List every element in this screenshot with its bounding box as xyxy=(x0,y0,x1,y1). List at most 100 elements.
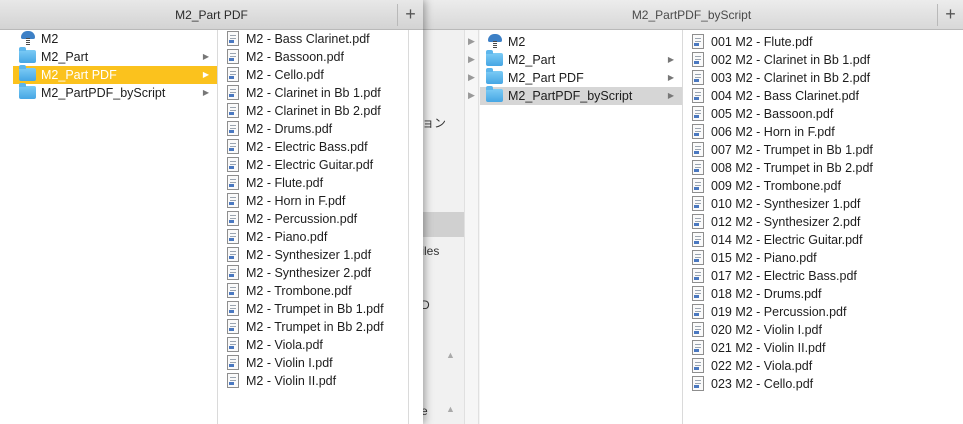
file-row[interactable]: 005 M2 - Bassoon.pdf xyxy=(683,105,963,123)
file-label: M2 - Trumpet in Bb 1.pdf xyxy=(246,302,384,316)
file-row[interactable]: M2 - Violin II.pdf xyxy=(218,372,408,390)
pdf-file-icon xyxy=(224,49,242,64)
pdf-file-icon xyxy=(689,376,707,391)
folder-row[interactable]: M2_PartPDF_byScript ▶ xyxy=(480,86,682,105)
file-row[interactable]: M2 - Horn in F.pdf xyxy=(218,192,408,210)
file-row[interactable]: 023 M2 - Cello.pdf xyxy=(683,375,963,393)
column-empty[interactable] xyxy=(409,30,423,424)
file-row[interactable]: 002 M2 - Clarinet in Bb 1.pdf xyxy=(683,51,963,69)
file-row[interactable]: 008 M2 - Trumpet in Bb 2.pdf xyxy=(683,159,963,177)
file-row[interactable]: 022 M2 - Viola.pdf xyxy=(683,357,963,375)
file-row[interactable]: 004 M2 - Bass Clarinet.pdf xyxy=(683,87,963,105)
folder-row[interactable]: M2_PartPDF_byScript ▶ xyxy=(13,83,217,102)
file-label: 018 M2 - Drums.pdf xyxy=(711,287,822,301)
file-row[interactable]: M2 - Viola.pdf xyxy=(218,336,408,354)
file-row[interactable]: 020 M2 - Violin I.pdf xyxy=(683,321,963,339)
file-row[interactable]: M2 - Trumpet in Bb 2.pdf xyxy=(218,318,408,336)
file-row[interactable]: 012 M2 - Synthesizer 2.pdf xyxy=(683,213,963,231)
file-label: M2 - Flute.pdf xyxy=(246,176,324,190)
file-row[interactable]: 009 M2 - Trombone.pdf xyxy=(683,177,963,195)
pdf-file-icon xyxy=(689,88,707,103)
folder-row[interactable]: M2 xyxy=(13,30,217,48)
window-titlebar[interactable]: M2_PartPDF_byScript + xyxy=(420,0,963,30)
folder-icon xyxy=(486,86,504,103)
file-row[interactable]: 007 M2 - Trumpet in Bb 1.pdf xyxy=(683,141,963,159)
file-row[interactable]: M2 - Flute.pdf xyxy=(218,174,408,192)
arrow-icon: ▶ xyxy=(468,90,475,100)
pdf-file-icon xyxy=(224,193,242,208)
window-titlebar[interactable]: M2_Part PDF + xyxy=(0,0,423,30)
new-tab-button[interactable]: + xyxy=(937,4,963,26)
file-label: M2 - Synthesizer 1.pdf xyxy=(246,248,372,262)
scroll-track[interactable]: ▶ ▶ ▶ ▶ xyxy=(464,30,479,424)
eject-icon[interactable]: ▲ xyxy=(446,350,455,360)
pdf-file-icon xyxy=(689,160,707,175)
file-row[interactable]: M2 - Cello.pdf xyxy=(218,66,408,84)
column-folders[interactable]: M2 M2_Part ▶ M2_Part PDF ▶ M2_PartPDF_byScrip… xyxy=(480,30,683,424)
file-row[interactable]: 006 M2 - Horn in F.pdf xyxy=(683,123,963,141)
file-row[interactable]: 003 M2 - Clarinet in Bb 2.pdf xyxy=(683,69,963,87)
file-row[interactable]: 001 M2 - Flute.pdf xyxy=(683,33,963,51)
file-row[interactable]: 015 M2 - Piano.pdf xyxy=(683,249,963,267)
file-label: M2 - Horn in F.pdf xyxy=(246,194,346,208)
file-row[interactable]: M2 - Bassoon.pdf xyxy=(218,48,408,66)
file-row[interactable]: 019 M2 - Percussion.pdf xyxy=(683,303,963,321)
file-row[interactable]: 010 M2 - Synthesizer 1.pdf xyxy=(683,195,963,213)
file-row[interactable]: 017 M2 - Electric Bass.pdf xyxy=(683,267,963,285)
file-row[interactable]: M2 - Trumpet in Bb 1.pdf xyxy=(218,300,408,318)
folder-row[interactable]: M2_Part ▶ xyxy=(480,50,682,69)
file-label: 004 M2 - Bass Clarinet.pdf xyxy=(711,89,859,103)
file-row[interactable]: M2 - Trombone.pdf xyxy=(218,282,408,300)
app-icon xyxy=(486,34,504,49)
folder-row[interactable]: M2 xyxy=(480,33,682,51)
disclosure-arrow-icon: ▶ xyxy=(667,73,674,82)
disclosure-arrow-icon: ▶ xyxy=(202,88,209,97)
eject-icon[interactable]: ▲ xyxy=(446,404,455,414)
file-label: 017 M2 - Electric Bass.pdf xyxy=(711,269,857,283)
file-row[interactable]: 018 M2 - Drums.pdf xyxy=(683,285,963,303)
new-tab-button[interactable]: + xyxy=(397,4,423,26)
file-label: 014 M2 - Electric Guitar.pdf xyxy=(711,233,863,247)
disclosure-arrow-icon: ▶ xyxy=(202,70,209,79)
file-row[interactable]: M2 - Clarinet in Bb 1.pdf xyxy=(218,84,408,102)
pdf-file-icon xyxy=(689,304,707,319)
file-row[interactable]: 014 M2 - Electric Guitar.pdf xyxy=(683,231,963,249)
pdf-file-icon xyxy=(224,265,242,280)
pdf-file-icon xyxy=(689,214,707,229)
column-folders[interactable]: M2 M2_Part ▶ M2_Part PDF ▶ M2_PartPDF_byScrip… xyxy=(13,30,218,424)
file-row[interactable]: 021 M2 - Violin II.pdf xyxy=(683,339,963,357)
file-row[interactable]: M2 - Bass Clarinet.pdf xyxy=(218,30,408,48)
pdf-file-icon xyxy=(689,52,707,67)
pdf-file-icon xyxy=(689,178,707,193)
file-label: M2 - Violin I.pdf xyxy=(246,356,333,370)
file-label: M2 - Cello.pdf xyxy=(246,68,324,82)
arrow-icon: ▶ xyxy=(468,36,475,46)
folder-row[interactable]: M2_Part PDF ▶ xyxy=(13,65,217,84)
folder-row[interactable]: M2_Part PDF ▶ xyxy=(480,68,682,87)
file-row[interactable]: M2 - Violin I.pdf xyxy=(218,354,408,372)
file-row[interactable]: M2 - Synthesizer 2.pdf xyxy=(218,264,408,282)
file-row[interactable]: M2 - Electric Guitar.pdf xyxy=(218,156,408,174)
pdf-file-icon xyxy=(689,196,707,211)
file-row[interactable]: M2 - Drums.pdf xyxy=(218,120,408,138)
file-row[interactable]: M2 - Piano.pdf xyxy=(218,228,408,246)
arrow-icon: ▶ xyxy=(468,54,475,64)
column-files[interactable]: 001 M2 - Flute.pdf 002 M2 - Clarinet in B… xyxy=(683,30,963,424)
file-row[interactable]: M2 - Percussion.pdf xyxy=(218,210,408,228)
folder-icon xyxy=(19,47,37,64)
file-row[interactable]: M2 - Electric Bass.pdf xyxy=(218,138,408,156)
file-label: M2 - Piano.pdf xyxy=(246,230,328,244)
file-label: M2 - Synthesizer 2.pdf xyxy=(246,266,372,280)
file-row[interactable]: M2 - Synthesizer 1.pdf xyxy=(218,246,408,264)
file-label: 012 M2 - Synthesizer 2.pdf xyxy=(711,215,861,229)
disclosure-arrow-icon: ▶ xyxy=(202,52,209,61)
file-row[interactable]: M2 - Clarinet in Bb 2.pdf xyxy=(218,102,408,120)
column-files[interactable]: M2 - Bass Clarinet.pdf M2 - Bassoon.pdf M2… xyxy=(218,30,409,424)
sidebar-selection xyxy=(420,212,464,237)
file-label: 005 M2 - Bassoon.pdf xyxy=(711,107,834,121)
file-label: 010 M2 - Synthesizer 1.pdf xyxy=(711,197,861,211)
file-label: M2 - Bass Clarinet.pdf xyxy=(246,32,370,46)
folder-row[interactable]: M2_Part ▶ xyxy=(13,47,217,66)
window-title: M2_PartPDF_byScript xyxy=(631,8,752,22)
folder-icon xyxy=(19,83,37,100)
